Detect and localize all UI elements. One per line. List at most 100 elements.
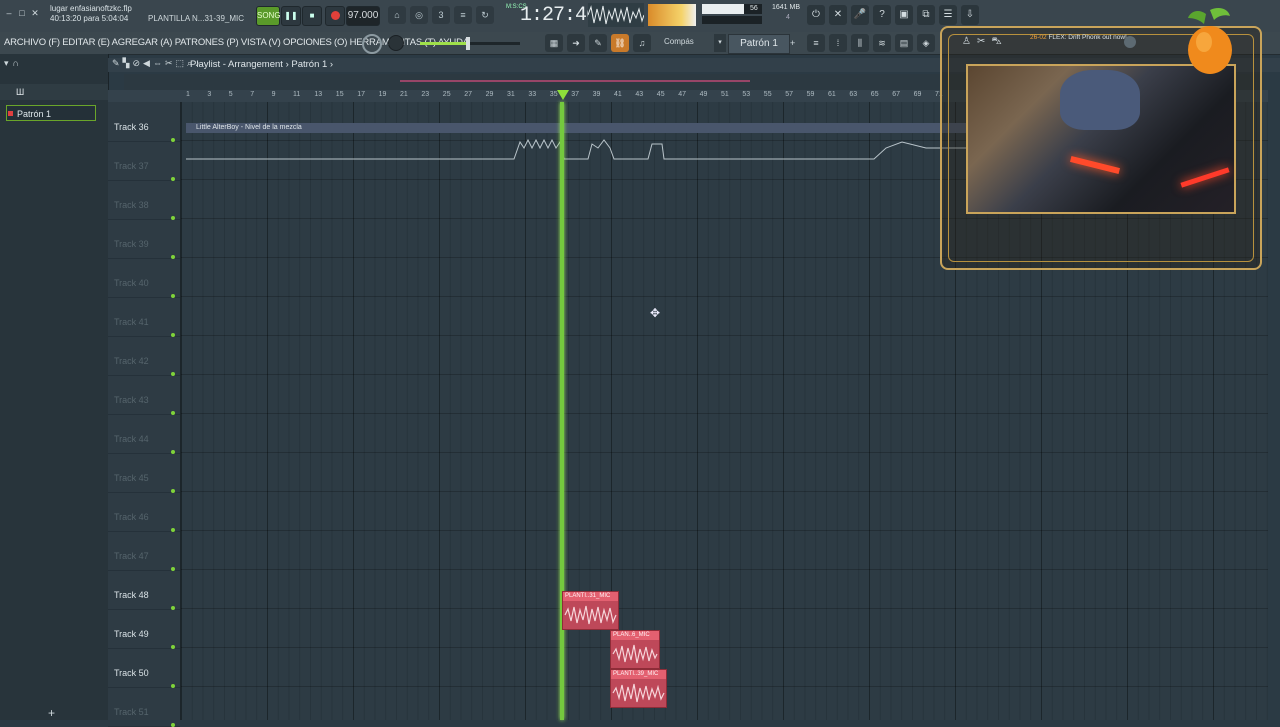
- audio-clip-label: PLANTI..31_MIC: [563, 592, 618, 601]
- playlist-icon[interactable]: ≡: [807, 34, 825, 52]
- track-header[interactable]: Track 46: [108, 492, 180, 532]
- add-pattern-icon[interactable]: +: [48, 706, 55, 720]
- chevron-down-icon[interactable]: ▾: [714, 34, 726, 52]
- maximize-button[interactable]: □: [17, 8, 27, 18]
- tuner-icon[interactable]: ✕: [829, 5, 847, 25]
- record-icon: [330, 11, 340, 20]
- close-button[interactable]: ✕: [30, 8, 40, 18]
- audio-clip[interactable]: PLANTI..39_MIC: [610, 669, 667, 708]
- track-header[interactable]: Track 38: [108, 180, 180, 220]
- track-header[interactable]: Track 42: [108, 336, 180, 376]
- ruler-tick-label: 3: [207, 91, 212, 98]
- track-header[interactable]: Track 37: [108, 141, 180, 181]
- record-button[interactable]: [325, 6, 345, 26]
- mixer-icon[interactable]: ⧉: [917, 5, 935, 25]
- countdown-icon[interactable]: 3: [432, 6, 450, 24]
- ruler-tick-label: 21: [400, 91, 408, 98]
- play-pause-button[interactable]: ❚❚: [281, 6, 301, 26]
- chat-icon[interactable]: ☰: [939, 5, 957, 25]
- add-pattern-button[interactable]: +: [790, 34, 800, 52]
- master-volume-knob[interactable]: [388, 35, 404, 51]
- track-header[interactable]: Track 40: [108, 258, 180, 298]
- pencil-tool-icon[interactable]: ✎: [112, 58, 120, 69]
- mute-tool-icon[interactable]: ◀: [143, 58, 150, 69]
- scissors-icon[interactable]: ✂: [977, 36, 985, 49]
- automation-clip[interactable]: [186, 123, 966, 133]
- track-header[interactable]: Track 39: [108, 219, 180, 259]
- track-header[interactable]: Track 47: [108, 531, 180, 571]
- piano-roll-icon[interactable]: ▦: [545, 34, 563, 52]
- magnet-icon[interactable]: ∩: [13, 58, 19, 69]
- delete-tool-icon[interactable]: ⊘: [132, 58, 140, 69]
- eq-icon[interactable]: ≋: [873, 34, 891, 52]
- pattern-selector[interactable]: Patrón 1: [728, 34, 790, 54]
- slip-tool-icon[interactable]: ⇔: [153, 58, 162, 69]
- browser-icon[interactable]: ▤: [895, 34, 913, 52]
- playlist-title: Playlist - Arrangement › Patrón 1 ›: [190, 59, 334, 70]
- track-name: Track 37: [114, 161, 149, 171]
- channel-rack-icon[interactable]: ⁞: [829, 34, 847, 52]
- pattern-list-icon[interactable]: Ш: [16, 87, 24, 97]
- track-header[interactable]: Track 50: [108, 648, 180, 688]
- person-icon[interactable]: ♙: [962, 36, 971, 49]
- globe-icon[interactable]: [1124, 36, 1136, 48]
- master-volume-slider[interactable]: [420, 42, 520, 45]
- metronome-icon[interactable]: ⌂: [388, 6, 406, 24]
- audio-clip[interactable]: PLAN..6_MIC: [610, 630, 660, 669]
- track-mute-led[interactable]: [171, 723, 175, 727]
- loop-record-icon[interactable]: ↻: [476, 6, 494, 24]
- automation-curve: [186, 138, 966, 160]
- ruler-tick-label: 53: [742, 91, 751, 98]
- playhead-marker[interactable]: [557, 90, 569, 100]
- plugin-picker-icon[interactable]: ◈: [917, 34, 935, 52]
- master-level-meter: [648, 4, 696, 26]
- wait-record-icon[interactable]: ◎: [410, 6, 428, 24]
- master-pitch-knob[interactable]: [362, 34, 382, 54]
- tempo-display[interactable]: 97.000: [346, 6, 380, 26]
- plugin-database-icon[interactable]: ▣: [895, 5, 913, 25]
- ruler-tick-label: 11: [293, 91, 301, 98]
- news-text: FLEX: Drift Phonk out now!: [1048, 34, 1127, 41]
- track-header[interactable]: Track 44: [108, 414, 180, 454]
- ruler-tick-label: 49: [699, 91, 708, 98]
- track-header[interactable]: Track 51: [108, 687, 180, 727]
- pattern-list-item[interactable]: Patrón 1: [6, 105, 96, 121]
- power-icon[interactable]: ⏻: [807, 5, 825, 25]
- stop-button[interactable]: ■: [302, 6, 322, 26]
- keyboard-icon[interactable]: ♫: [633, 34, 651, 52]
- cart-icon[interactable]: ⛍: [991, 36, 1001, 49]
- link-icon[interactable]: ⛓: [611, 34, 629, 52]
- arrow-icon[interactable]: ➜: [567, 34, 585, 52]
- track-name: Track 39: [114, 239, 149, 249]
- step-edit-icon[interactable]: ≡: [454, 6, 472, 24]
- minimize-button[interactable]: –: [4, 8, 14, 18]
- browser-toolbar: ▾ ∩: [4, 58, 19, 69]
- pencil-icon[interactable]: ✎: [589, 34, 607, 52]
- track-header[interactable]: Track 49: [108, 609, 180, 649]
- microphone-icon[interactable]: 🎤: [851, 5, 869, 25]
- track-header[interactable]: Track 36: [108, 102, 180, 142]
- track-header[interactable]: Track 41: [108, 297, 180, 337]
- ruler-tick-label: 9: [271, 91, 276, 98]
- plugin-toolbar: ♙ ✂ ⛍: [962, 36, 1002, 49]
- snap-label[interactable]: Compás: [664, 37, 694, 46]
- song-mode-toggle[interactable]: SONG: [256, 6, 281, 26]
- track-header[interactable]: Track 48: [108, 570, 180, 610]
- cpu-value: 56: [750, 5, 758, 12]
- track-header[interactable]: Track 43: [108, 375, 180, 415]
- waveform-monitor: [588, 3, 644, 27]
- ruler-tick-label: 15: [335, 91, 344, 98]
- mixer-window-icon[interactable]: ⫼: [851, 34, 869, 52]
- automation-clip-label: Little AlterBoy - Nivel de la mezcla: [196, 124, 302, 131]
- track-header[interactable]: Track 45: [108, 453, 180, 493]
- song-position-display[interactable]: 1:27:46: [520, 4, 598, 27]
- brush-tool-icon[interactable]: ▚: [123, 58, 130, 69]
- slice-tool-icon[interactable]: ✂: [165, 58, 173, 69]
- audio-clip[interactable]: PLANTI..31_MIC: [562, 591, 619, 630]
- chevron-down-icon[interactable]: ▾: [4, 58, 9, 69]
- track-name: Track 48: [114, 590, 149, 600]
- download-icon[interactable]: ⇩: [961, 5, 979, 25]
- help-icon[interactable]: ?: [873, 5, 891, 25]
- volume-slider-handle[interactable]: [466, 37, 470, 50]
- select-tool-icon[interactable]: ⬚: [175, 58, 184, 69]
